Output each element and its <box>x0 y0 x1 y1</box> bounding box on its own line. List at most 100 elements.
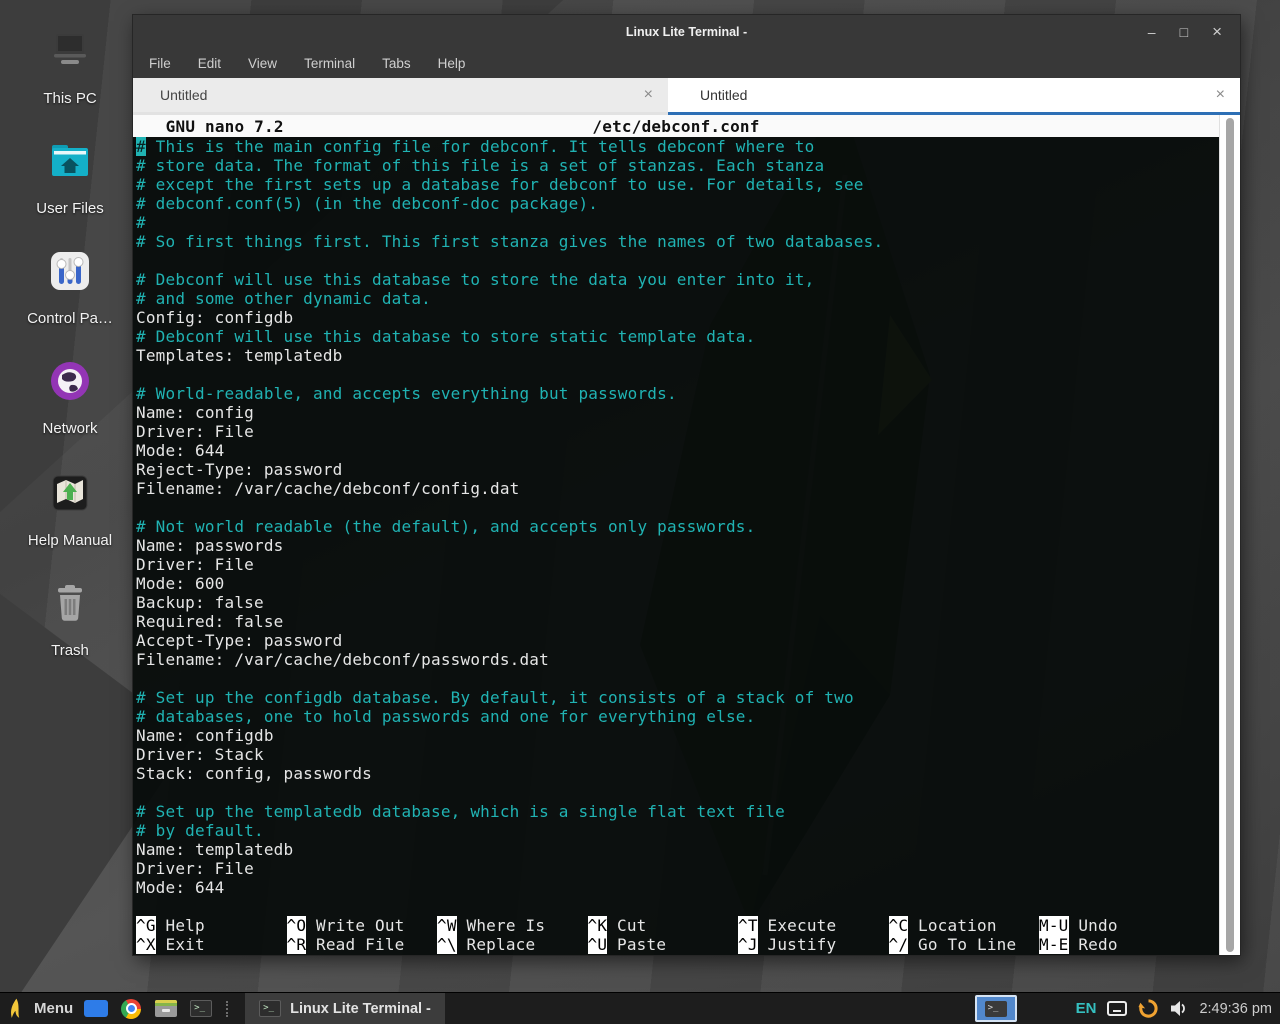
terminal-line <box>136 783 1219 802</box>
menu-item-help[interactable]: Help <box>438 56 466 71</box>
desktop-icon-network[interactable]: Network <box>10 355 130 437</box>
shortcut-label: Where Is <box>457 916 546 935</box>
nano-shortcut: ^/ Go To Line <box>889 935 1040 954</box>
update-manager-icon[interactable] <box>1138 998 1159 1019</box>
shortcut-label: Paste <box>607 935 666 954</box>
menu-item-terminal[interactable]: Terminal <box>304 56 355 71</box>
clock[interactable]: 2:49:36 pm <box>1199 1001 1272 1017</box>
shortcut-key: M-U <box>1039 916 1069 935</box>
help-manual-icon <box>44 467 96 519</box>
nano-shortcut: ^W Where Is <box>437 916 588 935</box>
terminal-line: # and some other dynamic data. <box>136 289 1219 308</box>
keyboard-icon[interactable] <box>1107 1001 1127 1016</box>
shortcut-label: Undo <box>1069 916 1118 935</box>
tab-close-icon[interactable]: × <box>1216 86 1225 104</box>
terminal-line: Config: configdb <box>136 308 1219 327</box>
menu-item-file[interactable]: File <box>149 56 171 71</box>
nano-shortcut: M-U Undo <box>1039 916 1118 935</box>
terminal-line: Name: config <box>136 403 1219 422</box>
terminal-line: Reject-Type: password <box>136 460 1219 479</box>
shortcut-column: ^K Cut^U Paste <box>588 916 739 954</box>
nano-shortcut: ^C Location <box>889 916 1040 935</box>
shortcut-label: Write Out <box>306 916 404 935</box>
tab-close-icon[interactable]: × <box>644 86 653 104</box>
terminal-launcher[interactable]: >_ <box>189 999 213 1018</box>
desktop-icon-label: Network <box>10 420 130 437</box>
terminal-line: Filename: /var/cache/debconf/config.dat <box>136 479 1219 498</box>
volume-icon[interactable] <box>1170 1000 1188 1017</box>
terminal-line: # store data. The format of this file is… <box>136 156 1219 175</box>
tab-label: Untitled <box>700 87 747 103</box>
shortcut-column: ^T Execute^J Justify <box>738 916 889 954</box>
shortcut-column: M-U UndoM-E Redo <box>1039 916 1118 954</box>
trash-icon <box>44 577 96 629</box>
menu-item-edit[interactable]: Edit <box>198 56 221 71</box>
desktop-icon-trash[interactable]: Trash <box>10 577 130 659</box>
linux-lite-menu-icon[interactable] <box>8 997 23 1020</box>
terminal-line <box>136 498 1219 517</box>
shortcut-key: ^C <box>889 916 909 935</box>
nano-shortcut: ^R Read File <box>287 935 438 954</box>
shortcut-key: M-E <box>1039 935 1069 954</box>
close-icon[interactable]: × <box>1212 25 1222 39</box>
desktop-icon-label: Trash <box>10 642 130 659</box>
terminal-line: # Debconf will use this database to stor… <box>136 270 1219 289</box>
language-indicator[interactable]: EN <box>1076 1000 1097 1017</box>
shortcut-key: ^/ <box>889 935 909 954</box>
nano-shortcut: M-E Redo <box>1039 935 1118 954</box>
window-title: Linux Lite Terminal - <box>133 25 1240 39</box>
terminal-line: # debconf.conf(5) (in the debconf-doc pa… <box>136 194 1219 213</box>
shortcut-label: Cut <box>607 916 646 935</box>
terminal-line: # databases, one to hold passwords and o… <box>136 707 1219 726</box>
terminal-line: Accept-Type: password <box>136 631 1219 650</box>
shortcut-key: ^G <box>136 916 156 935</box>
maximize-icon[interactable]: □ <box>1180 25 1188 39</box>
shortcut-label: Redo <box>1069 935 1118 954</box>
terminal-line: # This is the main config file for debco… <box>136 137 1219 156</box>
nano-shortcut: ^K Cut <box>588 916 739 935</box>
scrollbar-thumb[interactable] <box>1226 118 1234 952</box>
terminal-line <box>136 251 1219 270</box>
terminal-line: Stack: config, passwords <box>136 764 1219 783</box>
menu-button[interactable]: Menu <box>34 1000 73 1017</box>
desktop-icon-user-files[interactable]: User Files <box>10 135 130 217</box>
desktop-icon-label: Control Pa… <box>10 310 130 327</box>
terminal-line: # Not world readable (the default), and … <box>136 517 1219 536</box>
tab-bar: Untitled × Untitled × <box>133 78 1240 115</box>
minimize-icon[interactable]: – <box>1148 25 1156 39</box>
terminal-line <box>136 365 1219 384</box>
terminal-line <box>136 669 1219 688</box>
terminal-line: # by default. <box>136 821 1219 840</box>
shortcut-key: ^R <box>287 935 307 954</box>
shortcut-column: ^O Write Out^R Read File <box>287 916 438 954</box>
nano-content: # This is the main config file for debco… <box>133 137 1219 897</box>
terminal-line: Name: passwords <box>136 536 1219 555</box>
terminal-line: Driver: File <box>136 422 1219 441</box>
shortcut-key: ^J <box>738 935 758 954</box>
nano-shortcut: ^O Write Out <box>287 916 438 935</box>
tray-terminal-button[interactable]: >_ <box>975 995 1017 1022</box>
nano-shortcut: ^U Paste <box>588 935 739 954</box>
menu-bar: File Edit View Terminal Tabs Help <box>133 48 1240 78</box>
terminal-line: # except the first sets up a database fo… <box>136 175 1219 194</box>
archive-launcher[interactable] <box>154 999 178 1018</box>
chrome-icon <box>121 999 141 1019</box>
window-titlebar[interactable]: Linux Lite Terminal - – □ × <box>133 15 1240 48</box>
desktop-icon-control-panel[interactable]: Control Pa… <box>10 245 130 327</box>
taskbar-window-button[interactable]: >_ Linux Lite Terminal - <box>245 993 445 1024</box>
chrome-launcher[interactable] <box>119 999 143 1018</box>
desktop-icon-help-manual[interactable]: Help Manual <box>10 467 130 549</box>
desktop-icon-label: Help Manual <box>10 532 130 549</box>
desktop-icon-this-pc[interactable]: This PC <box>10 25 130 107</box>
menu-item-tabs[interactable]: Tabs <box>382 56 411 71</box>
file-manager-launcher[interactable] <box>84 999 108 1018</box>
terminal-screen[interactable]: GNU nano 7.2 /etc/debconf.conf # This is… <box>133 115 1219 955</box>
tab-untitled-1[interactable]: Untitled × <box>133 78 668 115</box>
home-folder-icon <box>44 135 96 187</box>
terminal-icon: >_ <box>985 1001 1007 1017</box>
menu-item-view[interactable]: View <box>248 56 277 71</box>
terminal-scrollbar[interactable] <box>1219 115 1240 955</box>
tab-untitled-2[interactable]: Untitled × <box>668 78 1240 115</box>
nano-shortcut: ^G Help <box>136 916 287 935</box>
nano-shortcut: ^X Exit <box>136 935 287 954</box>
